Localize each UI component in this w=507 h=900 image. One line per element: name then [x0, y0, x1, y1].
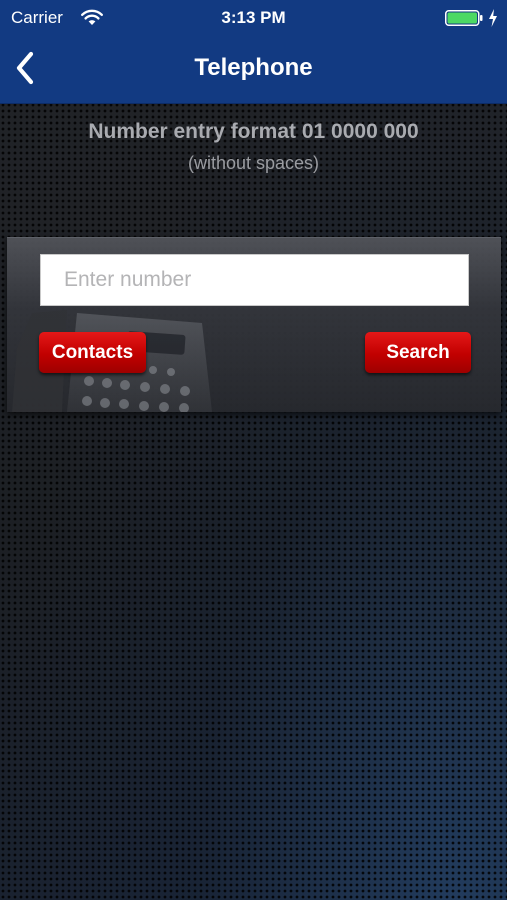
contacts-button[interactable]: Contacts	[39, 332, 146, 373]
telephone-screen: Carrier 3:13 PM Telephone Number entry f…	[0, 0, 507, 900]
format-instruction: Number entry format 01 0000 000	[88, 120, 419, 143]
navigation-bar: Telephone	[0, 36, 507, 103]
top-bar: Carrier 3:13 PM Telephone	[0, 0, 507, 104]
search-button[interactable]: Search	[365, 332, 471, 373]
search-panel: Contacts Search	[7, 237, 501, 412]
charging-bolt-icon	[489, 9, 497, 27]
format-note: (without spaces)	[187, 153, 320, 173]
number-input[interactable]	[40, 254, 469, 306]
battery-icon	[445, 10, 483, 26]
status-bar: Carrier 3:13 PM	[0, 0, 507, 36]
page-title: Telephone	[194, 54, 313, 81]
clock: 3:13 PM	[221, 8, 286, 27]
